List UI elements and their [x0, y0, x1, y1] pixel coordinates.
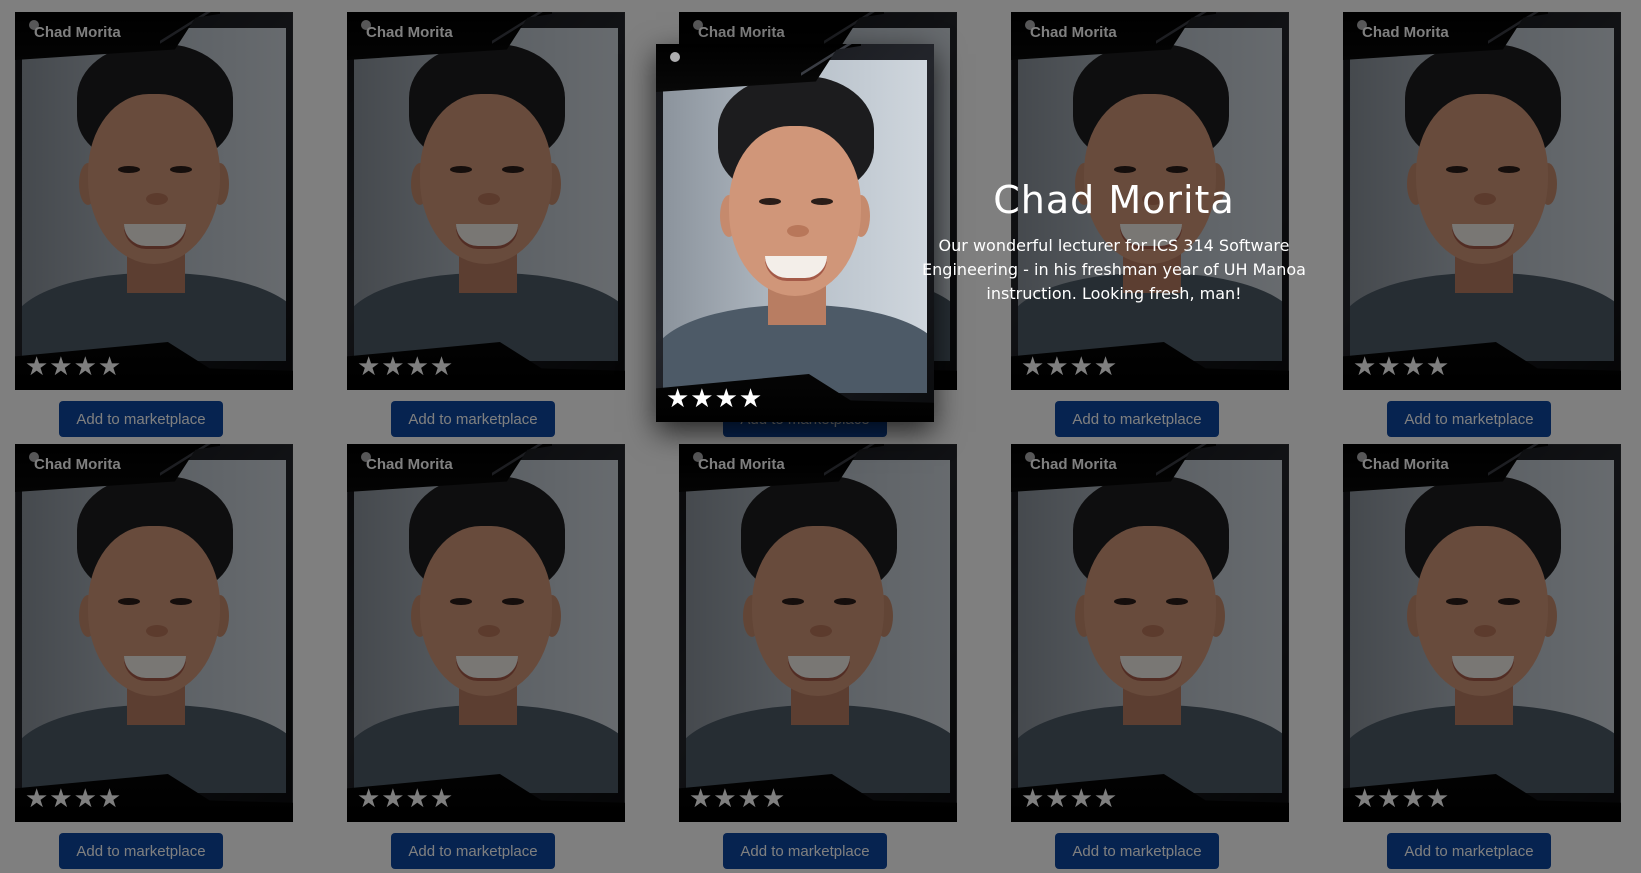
shine-icon — [670, 52, 680, 62]
player-photo — [663, 60, 927, 393]
eye-shape — [759, 198, 781, 205]
detail-description: Our wonderful lecturer for ICS 314 Softw… — [922, 236, 1306, 303]
card-detail-panel: Chad Morita Our wonderful lecturer for I… — [904, 178, 1324, 306]
star-rating: ★★★★ — [666, 384, 764, 414]
eye-shape — [811, 198, 833, 205]
nose-shape — [787, 225, 809, 237]
detail-title: Chad Morita — [993, 178, 1235, 222]
player-card-focused: ★★★★ — [656, 44, 934, 422]
focused-card[interactable]: ★★★★ — [656, 44, 934, 422]
